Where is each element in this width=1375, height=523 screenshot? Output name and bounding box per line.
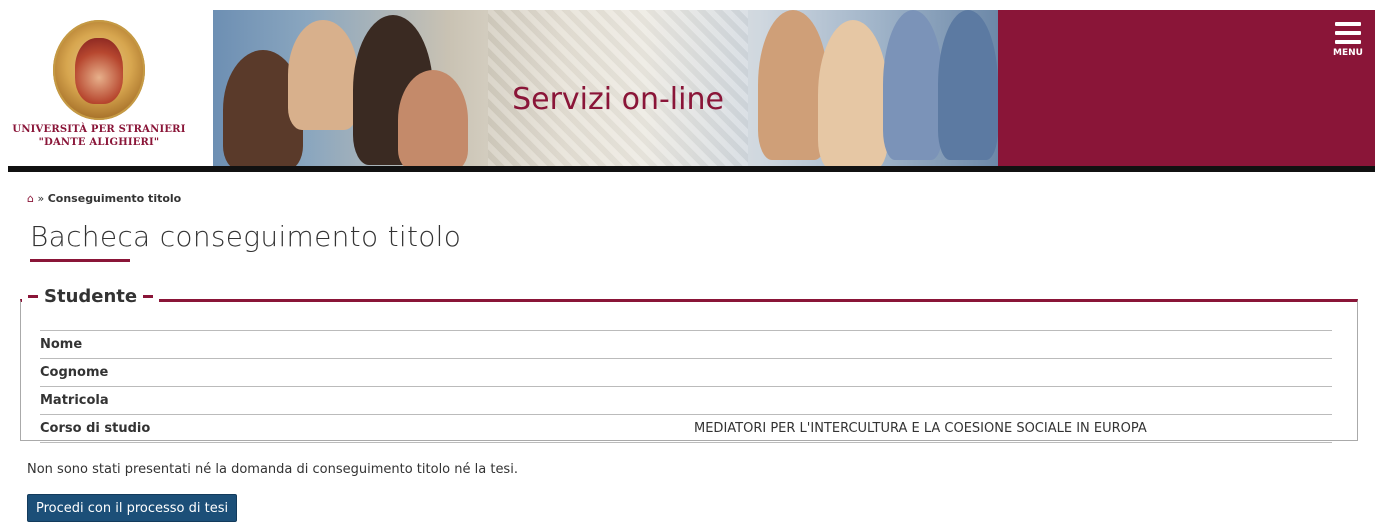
banner-student-photo bbox=[398, 70, 468, 166]
breadcrumb-separator: » bbox=[37, 192, 45, 205]
page-title: Bacheca conseguimento titolo bbox=[30, 220, 462, 253]
banner-student-photo bbox=[883, 10, 943, 160]
row-label: Nome bbox=[40, 330, 690, 359]
banner-student-photo bbox=[938, 10, 998, 160]
table-row: Matricola bbox=[40, 386, 1332, 415]
university-logo[interactable]: UNIVERSITÀ PER STRANIERI "DANTE ALIGHIER… bbox=[8, 10, 208, 166]
header-banner-image: Servizi on-line bbox=[213, 10, 998, 166]
banner-student-photo bbox=[818, 20, 888, 166]
menu-label: MENU bbox=[1333, 48, 1363, 58]
student-legend: Studente bbox=[22, 286, 160, 307]
university-name: UNIVERSITÀ PER STRANIERI "DANTE ALIGHIER… bbox=[8, 123, 190, 149]
header-divider bbox=[8, 166, 1375, 172]
breadcrumb-current: Conseguimento titolo bbox=[47, 192, 182, 205]
table-row: Corso di studio MEDIATORI PER L'INTERCUL… bbox=[40, 414, 1332, 443]
breadcrumb: ⌂ » Conseguimento titolo bbox=[27, 192, 181, 205]
row-label: Cognome bbox=[40, 358, 690, 387]
row-value bbox=[690, 358, 1332, 387]
row-label: Matricola bbox=[40, 386, 690, 415]
student-legend-label: Studente bbox=[44, 286, 138, 307]
title-underline bbox=[30, 259, 130, 262]
row-value bbox=[690, 330, 1332, 359]
row-value bbox=[690, 386, 1332, 415]
menu-button[interactable]: MENU bbox=[1328, 22, 1368, 70]
row-label: Corso di studio bbox=[40, 414, 690, 443]
home-icon[interactable]: ⌂ bbox=[27, 192, 34, 205]
row-value: MEDIATORI PER L'INTERCULTURA E LA COESIO… bbox=[690, 414, 1332, 443]
status-notice: Non sono stati presentati né la domanda … bbox=[27, 462, 518, 477]
site-header: UNIVERSITÀ PER STRANIERI "DANTE ALIGHIER… bbox=[8, 10, 1375, 166]
university-seal-icon bbox=[53, 20, 145, 120]
proceed-thesis-button[interactable]: Procedi con il processo di tesi bbox=[27, 494, 238, 522]
legend-dash bbox=[28, 295, 38, 298]
table-row: Nome bbox=[40, 330, 1332, 359]
student-info-table: Nome Cognome Matricola Corso di studio M… bbox=[40, 330, 1332, 443]
site-title: Servizi on-line bbox=[512, 82, 724, 117]
legend-dash bbox=[143, 295, 154, 298]
university-name-line1: UNIVERSITÀ PER STRANIERI bbox=[12, 124, 186, 135]
dante-portrait bbox=[75, 38, 123, 104]
hamburger-icon bbox=[1328, 22, 1368, 44]
banner-student-photo bbox=[288, 20, 358, 130]
table-row: Cognome bbox=[40, 358, 1332, 387]
university-name-line2: "DANTE ALIGHIERI" bbox=[38, 137, 160, 148]
header-brand-panel bbox=[998, 10, 1375, 166]
